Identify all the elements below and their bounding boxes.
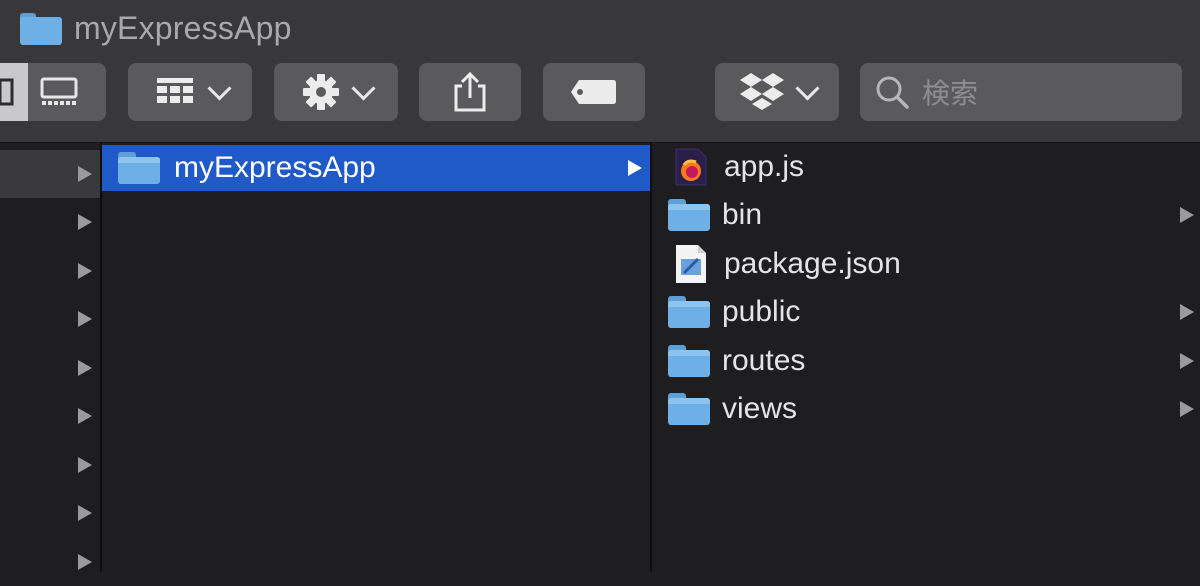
folder-icon bbox=[668, 345, 710, 377]
json-file-icon bbox=[676, 245, 706, 283]
list-item-bin[interactable]: bin bbox=[652, 191, 1200, 239]
chevron-down-icon bbox=[206, 75, 232, 101]
disclosure-arrow-icon bbox=[78, 408, 92, 424]
list-item-views[interactable]: views bbox=[652, 385, 1200, 433]
list-item-label: routes bbox=[722, 344, 806, 377]
folder-icon bbox=[20, 11, 62, 45]
list-item[interactable] bbox=[0, 538, 100, 586]
disclosure-arrow-icon bbox=[78, 457, 92, 473]
list-item-label: app.js bbox=[724, 150, 805, 183]
dropbox-button[interactable] bbox=[715, 63, 839, 121]
list-item[interactable] bbox=[0, 441, 100, 489]
list-item-routes[interactable]: routes bbox=[652, 337, 1200, 385]
share-icon bbox=[454, 71, 486, 112]
disclosure-arrow-icon bbox=[78, 505, 92, 521]
folder-icon bbox=[668, 199, 710, 231]
disclosure-arrow-icon bbox=[1180, 207, 1194, 223]
folder-icon bbox=[668, 296, 710, 328]
list-item[interactable] bbox=[0, 247, 100, 295]
toolbar: myExpressApp 検索 bbox=[0, 0, 1200, 143]
disclosure-arrow-icon bbox=[1180, 304, 1194, 320]
javascript-file-icon bbox=[675, 148, 707, 186]
action-button[interactable] bbox=[274, 63, 398, 121]
disclosure-arrow-icon bbox=[628, 160, 642, 176]
list-item-label: package.json bbox=[724, 247, 901, 280]
list-item[interactable] bbox=[0, 489, 100, 537]
disclosure-arrow-icon bbox=[78, 554, 92, 570]
gallery-icon bbox=[40, 77, 78, 105]
tag-icon bbox=[571, 80, 616, 104]
window-title-label: myExpressApp bbox=[74, 9, 292, 46]
gear-icon bbox=[302, 74, 339, 110]
view-mode-control[interactable] bbox=[0, 63, 106, 121]
list-item-public[interactable]: public bbox=[652, 288, 1200, 336]
disclosure-arrow-icon bbox=[78, 311, 92, 327]
column-3[interactable]: app.js bin package.json public routes vi… bbox=[652, 143, 1200, 572]
list-item[interactable] bbox=[0, 344, 100, 392]
disclosure-arrow-icon bbox=[1180, 353, 1194, 369]
list-item[interactable] bbox=[0, 198, 100, 246]
list-item-package-json[interactable]: package.json bbox=[652, 240, 1200, 288]
chevron-down-icon bbox=[350, 75, 376, 101]
list-item-label: public bbox=[722, 295, 801, 328]
grid-icon bbox=[156, 78, 193, 103]
list-item-label: views bbox=[722, 392, 798, 425]
disclosure-arrow-icon bbox=[78, 166, 92, 182]
group-button[interactable] bbox=[128, 63, 252, 121]
search-placeholder: 検索 bbox=[922, 78, 979, 109]
tags-button[interactable] bbox=[543, 63, 645, 121]
gallery-view-button[interactable] bbox=[28, 63, 106, 121]
list-item[interactable] bbox=[0, 392, 100, 440]
chevron-down-icon bbox=[794, 75, 820, 101]
list-item-myexpressapp[interactable]: myExpressApp bbox=[102, 145, 650, 191]
search-field[interactable]: 検索 bbox=[860, 63, 1182, 121]
folder-icon bbox=[668, 393, 710, 425]
column-1[interactable] bbox=[0, 143, 102, 572]
list-item[interactable] bbox=[0, 295, 100, 343]
list-item-label: bin bbox=[722, 198, 763, 231]
folder-icon bbox=[118, 152, 160, 184]
list-item-app-js[interactable]: app.js bbox=[652, 143, 1200, 191]
search-icon bbox=[876, 76, 909, 109]
disclosure-arrow-icon bbox=[78, 263, 92, 279]
disclosure-arrow-icon bbox=[1180, 401, 1194, 417]
share-button[interactable] bbox=[419, 63, 521, 121]
list-item[interactable] bbox=[0, 150, 100, 198]
column-2[interactable]: myExpressApp bbox=[102, 143, 652, 572]
disclosure-arrow-icon bbox=[78, 360, 92, 376]
disclosure-arrow-icon bbox=[78, 214, 92, 230]
dropbox-icon bbox=[739, 73, 784, 110]
window-title: myExpressApp bbox=[20, 6, 292, 50]
list-item-label: myExpressApp bbox=[174, 151, 376, 184]
